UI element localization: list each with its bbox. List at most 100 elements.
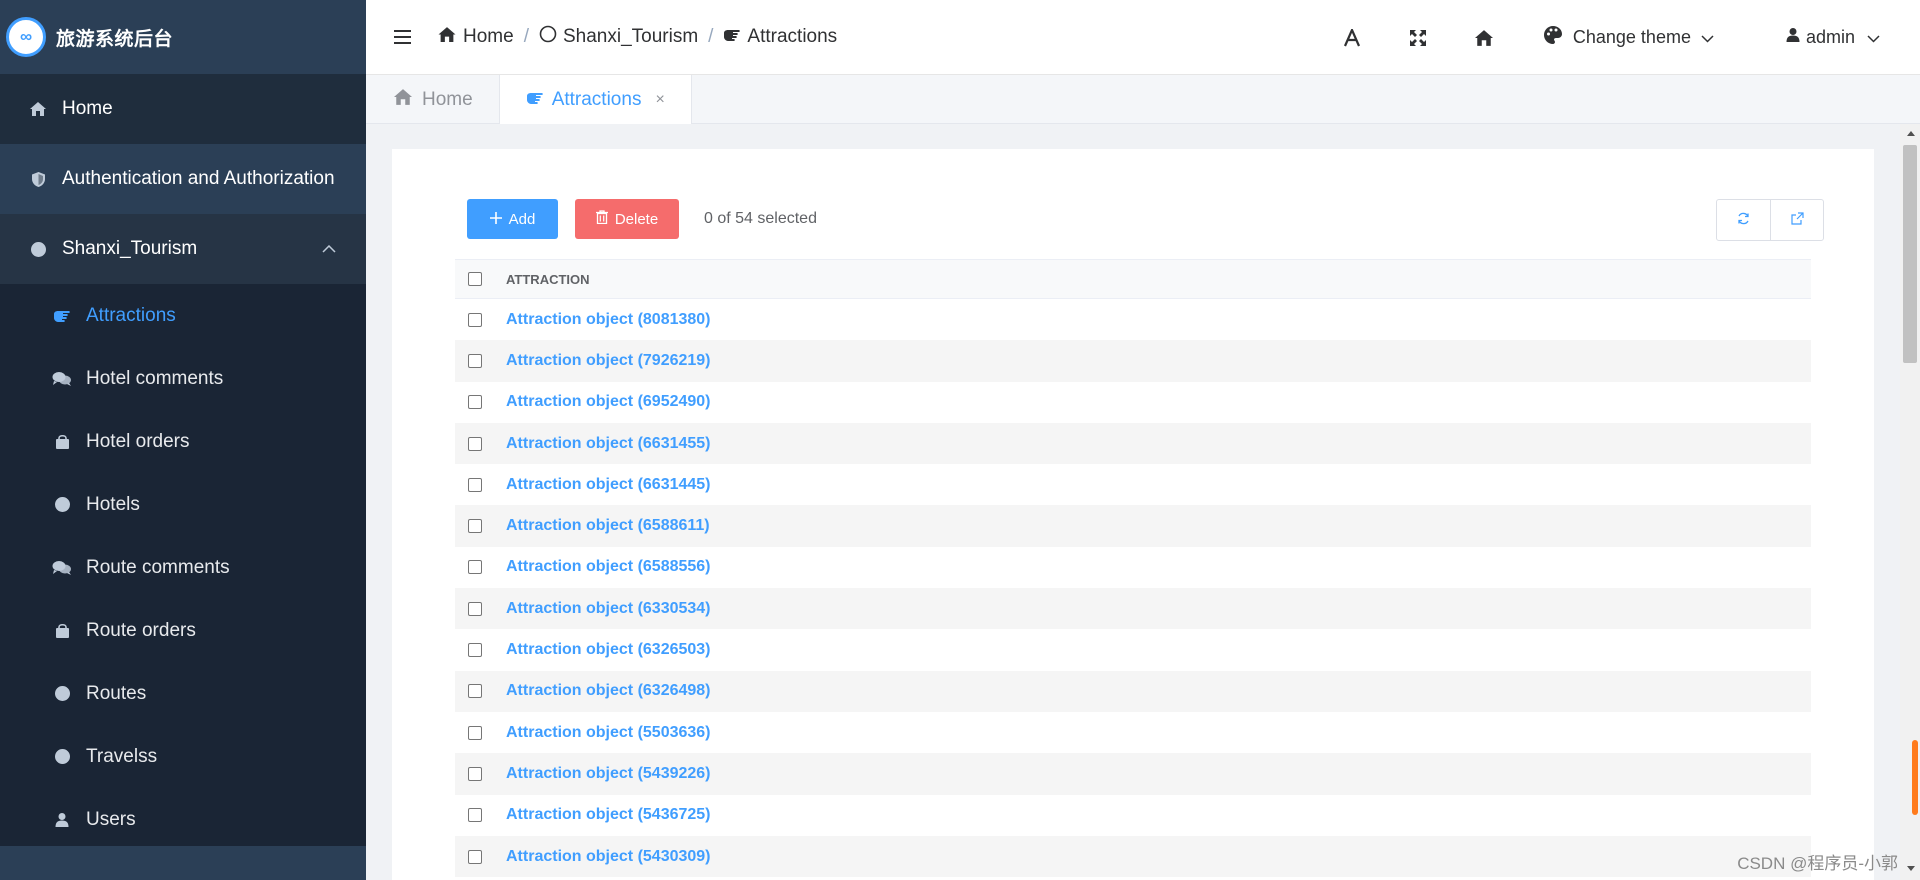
export-icon <box>1790 212 1804 228</box>
hand-point-icon <box>52 306 72 326</box>
sidebar-item-routes[interactable]: Routes <box>0 662 366 725</box>
attraction-link[interactable]: Attraction object (7926219) <box>506 352 711 370</box>
tab-label: Attractions <box>551 88 642 110</box>
row-checkbox[interactable] <box>468 643 482 658</box>
sidebar-item-users[interactable]: Users <box>0 788 366 851</box>
attraction-link[interactable]: Attraction object (6952490) <box>506 393 711 411</box>
sidebar-item-route-comments[interactable]: Route comments <box>0 536 366 599</box>
header-actions: Change theme admin <box>1337 0 1920 75</box>
sidebar-item-route-orders[interactable]: Route orders <box>0 599 366 662</box>
sidebar-item-label: Users <box>86 808 136 830</box>
table-body: Attraction object (8081380) Attraction ob… <box>455 299 1811 878</box>
sidebar-item-label: Attractions <box>86 304 176 326</box>
tab-bar: Home Attractions × <box>366 75 1920 124</box>
sidebar-item-auth[interactable]: Authentication and Authorization <box>0 144 366 214</box>
attraction-link[interactable]: Attraction object (6631445) <box>506 476 711 494</box>
table-header: ATTRACTION <box>455 259 1811 299</box>
comments-icon <box>52 558 72 578</box>
scrollbar-thumb[interactable] <box>1903 145 1917 363</box>
logo[interactable]: ∞ 旅游系统后台 <box>0 0 366 74</box>
attraction-link[interactable]: Attraction object (6330534) <box>506 600 711 618</box>
row-checkbox[interactable] <box>468 477 482 492</box>
circle-outline-icon <box>539 25 557 49</box>
row-checkbox[interactable] <box>468 601 482 616</box>
sidebar-item-label: Routes <box>86 682 147 704</box>
chevron-up-icon <box>322 242 336 256</box>
font-size-icon[interactable] <box>1337 23 1367 53</box>
user-menu[interactable]: admin <box>1786 27 1880 48</box>
scroll-down-arrow-icon[interactable] <box>1907 866 1915 871</box>
attraction-link[interactable]: Attraction object (6326498) <box>506 682 711 700</box>
sidebar-item-label: Hotel orders <box>86 430 190 452</box>
add-button[interactable]: Add <box>467 199 558 239</box>
sidebar-item-label: Travelss <box>86 745 158 767</box>
sidebar-item-shanxi-tourism[interactable]: Shanxi_Tourism <box>0 214 366 284</box>
comments-icon <box>52 369 72 389</box>
home-icon[interactable] <box>1469 23 1499 53</box>
table-tools <box>1716 199 1824 241</box>
delete-button-label: Delete <box>614 210 659 228</box>
row-checkbox[interactable] <box>468 519 482 534</box>
sidebar-item-label: Hotel comments <box>86 367 224 389</box>
tab-attractions[interactable]: Attractions × <box>499 75 692 124</box>
fullscreen-icon[interactable] <box>1403 23 1433 53</box>
select-all-checkbox[interactable] <box>468 272 482 286</box>
row-checkbox[interactable] <box>468 766 482 781</box>
user-icon <box>52 810 72 830</box>
circle-icon <box>28 239 48 259</box>
table-row: Attraction object (6631455) <box>455 422 1811 465</box>
row-checkbox[interactable] <box>468 436 482 451</box>
sidebar-item-home[interactable]: Home <box>0 74 366 144</box>
row-checkbox[interactable] <box>468 808 482 823</box>
circle-icon <box>52 495 72 515</box>
shopping-bag-icon <box>52 432 72 452</box>
table-row: Attraction object (5503636) <box>455 712 1811 753</box>
table-row: Attraction object (5439226) <box>455 753 1811 795</box>
row-checkbox[interactable] <box>468 849 482 864</box>
attraction-link[interactable]: Attraction object (5439226) <box>506 765 711 783</box>
scroll-up-arrow-icon[interactable] <box>1907 131 1915 136</box>
attraction-link[interactable]: Attraction object (5430309) <box>506 848 711 866</box>
attraction-link[interactable]: Attraction object (6631455) <box>506 435 711 453</box>
hamburger-icon[interactable] <box>394 24 411 50</box>
home-icon <box>437 26 457 49</box>
column-header-attraction[interactable]: ATTRACTION <box>506 272 590 287</box>
sidebar-item-hotel-comments[interactable]: Hotel comments <box>0 347 366 410</box>
table-row: Attraction object (6588556) <box>455 547 1811 588</box>
sidebar-item-travelss[interactable]: Travelss <box>0 725 366 788</box>
refresh-button[interactable] <box>1717 200 1770 240</box>
row-checkbox[interactable] <box>468 725 482 740</box>
breadcrumb-separator: / <box>523 26 529 47</box>
row-checkbox[interactable] <box>468 395 482 410</box>
attraction-link[interactable]: Attraction object (8081380) <box>506 311 711 329</box>
attraction-link[interactable]: Attraction object (5503636) <box>506 724 711 742</box>
breadcrumb: Home / Shanxi_Tourism / Attractions <box>437 25 837 49</box>
orange-scroll-marker <box>1912 740 1918 815</box>
sidebar-item-label: Route orders <box>86 619 196 641</box>
export-button[interactable] <box>1770 200 1823 240</box>
change-theme-dropdown[interactable]: Change theme <box>1543 25 1714 50</box>
circle-icon <box>52 747 72 767</box>
close-icon[interactable]: × <box>655 91 664 109</box>
submenu-shanxi-tourism: Attractions Hotel comments Hotel orders … <box>0 284 366 851</box>
row-checkbox[interactable] <box>468 560 482 575</box>
table-row: Attraction object (6631445) <box>455 464 1811 505</box>
breadcrumb-shanxi-tourism[interactable]: Shanxi_Tourism <box>539 25 698 49</box>
attraction-link[interactable]: Attraction object (6588556) <box>506 558 711 576</box>
refresh-icon <box>1737 212 1750 228</box>
attraction-link[interactable]: Attraction object (6326503) <box>506 641 711 659</box>
sidebar-item-hotels[interactable]: Hotels <box>0 473 366 536</box>
sidebar-item-attractions[interactable]: Attractions <box>0 284 366 347</box>
row-checkbox[interactable] <box>468 684 482 699</box>
tab-home[interactable]: Home <box>366 75 500 124</box>
sidebar-item-hotel-orders[interactable]: Hotel orders <box>0 410 366 473</box>
table-row: Attraction object (6588611) <box>455 505 1811 547</box>
attraction-link[interactable]: Attraction object (5436725) <box>506 806 711 824</box>
breadcrumb-home[interactable]: Home <box>437 26 514 49</box>
attraction-link[interactable]: Attraction object (6588611) <box>506 517 710 535</box>
attractions-table: ATTRACTION Attraction object (8081380) At… <box>455 259 1811 878</box>
row-checkbox[interactable] <box>468 312 482 327</box>
delete-button[interactable]: Delete <box>575 199 679 239</box>
row-checkbox[interactable] <box>468 353 482 368</box>
home-icon <box>392 88 414 112</box>
